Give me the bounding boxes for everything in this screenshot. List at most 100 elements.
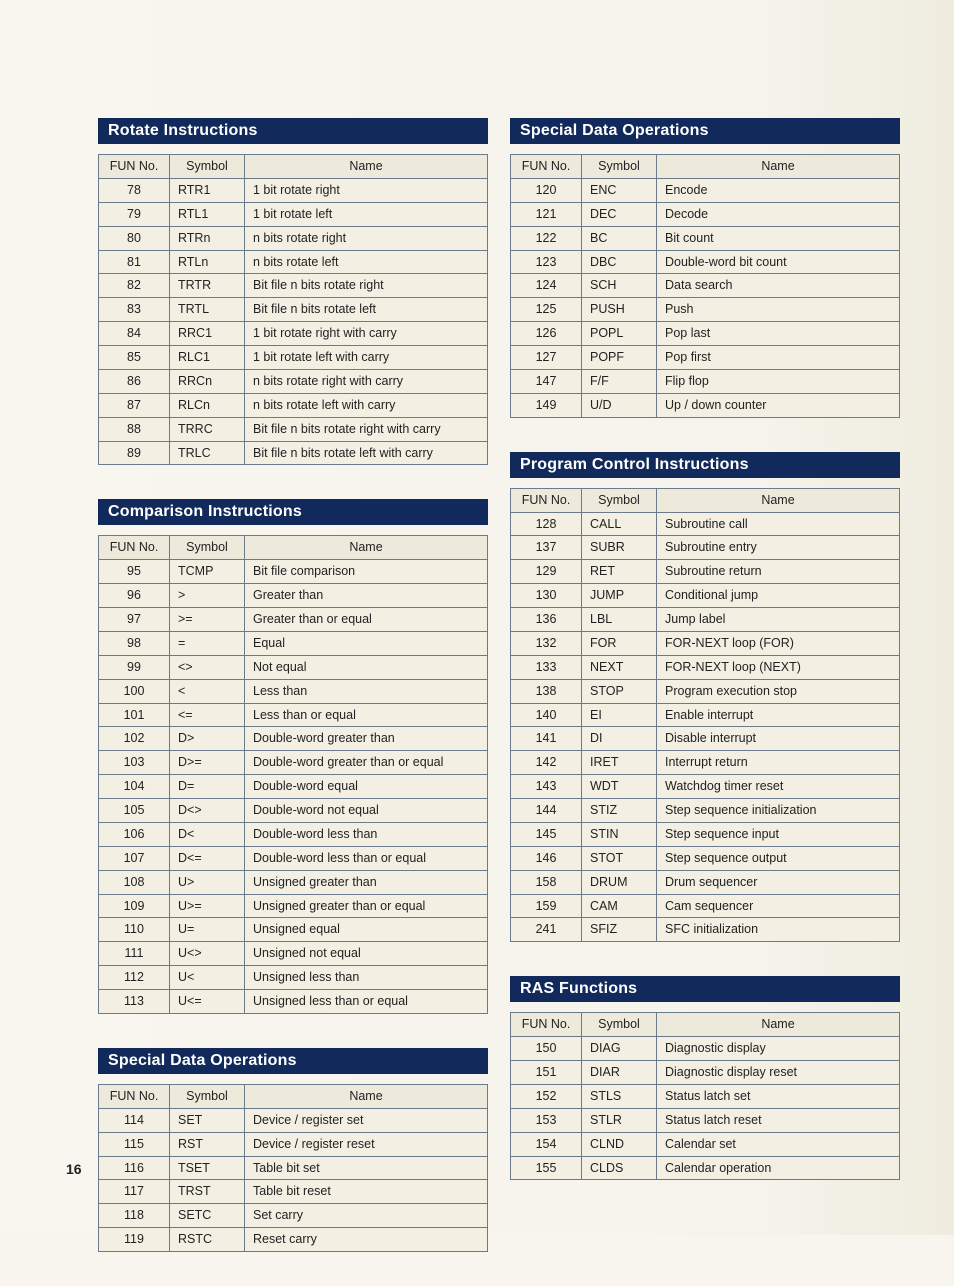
table-row: 106D<Double-word less than	[99, 822, 488, 846]
symbol-cell: SFIZ	[582, 918, 657, 942]
name-cell: n bits rotate right with carry	[245, 369, 488, 393]
name-cell: Calendar set	[657, 1132, 900, 1156]
name-cell: 1 bit rotate right with carry	[245, 322, 488, 346]
name-cell: Watchdog timer reset	[657, 775, 900, 799]
column-header: Name	[657, 488, 900, 512]
name-cell: Step sequence input	[657, 822, 900, 846]
fun-no-cell: 133	[511, 655, 582, 679]
name-cell: Enable interrupt	[657, 703, 900, 727]
name-cell: Double-word not equal	[245, 799, 488, 823]
table-row: 100<Less than	[99, 679, 488, 703]
column-header: Name	[245, 536, 488, 560]
table-row: 103D>=Double-word greater than or equal	[99, 751, 488, 775]
fun-no-cell: 142	[511, 751, 582, 775]
symbol-cell: CALL	[582, 512, 657, 536]
symbol-cell: STIN	[582, 822, 657, 846]
table-row: 80RTRnn bits rotate right	[99, 226, 488, 250]
table-row: 97>=Greater than or equal	[99, 608, 488, 632]
name-cell: n bits rotate right	[245, 226, 488, 250]
symbol-cell: CLDS	[582, 1156, 657, 1180]
name-cell: Subroutine return	[657, 560, 900, 584]
fun-no-cell: 101	[99, 703, 170, 727]
symbol-cell: CLND	[582, 1132, 657, 1156]
symbol-cell: RET	[582, 560, 657, 584]
table-row: 127POPFPop first	[511, 346, 900, 370]
symbol-cell: DEC	[582, 202, 657, 226]
name-cell: Step sequence initialization	[657, 799, 900, 823]
symbol-cell: TRTL	[170, 298, 245, 322]
name-cell: Bit file comparison	[245, 560, 488, 584]
symbol-cell: U=	[170, 918, 245, 942]
fun-no-cell: 98	[99, 631, 170, 655]
symbol-cell: STOT	[582, 846, 657, 870]
fun-no-cell: 154	[511, 1132, 582, 1156]
table-header-row: FUN No.SymbolName	[511, 155, 900, 179]
section-title: RAS Functions	[510, 976, 900, 1002]
symbol-cell: <	[170, 679, 245, 703]
section: Program Control InstructionsFUN No.Symbo…	[510, 452, 900, 943]
table-row: 96>Greater than	[99, 584, 488, 608]
name-cell: Table bit reset	[245, 1180, 488, 1204]
name-cell: Less than or equal	[245, 703, 488, 727]
name-cell: Bit file n bits rotate right with carry	[245, 417, 488, 441]
table-row: 143WDTWatchdog timer reset	[511, 775, 900, 799]
fun-no-cell: 89	[99, 441, 170, 465]
fun-no-cell: 127	[511, 346, 582, 370]
table-row: 89TRLCBit file n bits rotate left with c…	[99, 441, 488, 465]
instruction-table: FUN No.SymbolName128CALLSubroutine call1…	[510, 488, 900, 943]
fun-no-cell: 122	[511, 226, 582, 250]
symbol-cell: RLC1	[170, 346, 245, 370]
symbol-cell: PUSH	[582, 298, 657, 322]
name-cell: Cam sequencer	[657, 894, 900, 918]
fun-no-cell: 79	[99, 202, 170, 226]
table-row: 151DIARDiagnostic display reset	[511, 1061, 900, 1085]
symbol-cell: D<=	[170, 846, 245, 870]
symbol-cell: U<=	[170, 990, 245, 1014]
symbol-cell: SCH	[582, 274, 657, 298]
fun-no-cell: 132	[511, 631, 582, 655]
fun-no-cell: 115	[99, 1132, 170, 1156]
fun-no-cell: 137	[511, 536, 582, 560]
table-row: 85RLC11 bit rotate left with carry	[99, 346, 488, 370]
table-row: 108U>Unsigned greater than	[99, 870, 488, 894]
symbol-cell: CAM	[582, 894, 657, 918]
symbol-cell: TRRC	[170, 417, 245, 441]
table-row: 141DIDisable interrupt	[511, 727, 900, 751]
table-row: 155CLDSCalendar operation	[511, 1156, 900, 1180]
table-row: 146STOTStep sequence output	[511, 846, 900, 870]
name-cell: Table bit set	[245, 1156, 488, 1180]
symbol-cell: RST	[170, 1132, 245, 1156]
column-header: Symbol	[582, 488, 657, 512]
name-cell: Double-word less than	[245, 822, 488, 846]
name-cell: Subroutine entry	[657, 536, 900, 560]
name-cell: Up / down counter	[657, 393, 900, 417]
table-row: 79RTL11 bit rotate left	[99, 202, 488, 226]
table-row: 149U/DUp / down counter	[511, 393, 900, 417]
fun-no-cell: 88	[99, 417, 170, 441]
name-cell: Subroutine call	[657, 512, 900, 536]
name-cell: Interrupt return	[657, 751, 900, 775]
table-row: 142IRETInterrupt return	[511, 751, 900, 775]
name-cell: Diagnostic display	[657, 1037, 900, 1061]
symbol-cell: DIAG	[582, 1037, 657, 1061]
table-row: 150DIAGDiagnostic display	[511, 1037, 900, 1061]
name-cell: Greater than	[245, 584, 488, 608]
fun-no-cell: 114	[99, 1108, 170, 1132]
symbol-cell: RRC1	[170, 322, 245, 346]
name-cell: Device / register reset	[245, 1132, 488, 1156]
table-row: 129RETSubroutine return	[511, 560, 900, 584]
symbol-cell: >	[170, 584, 245, 608]
symbol-cell: U/D	[582, 393, 657, 417]
table-row: 152STLSStatus latch set	[511, 1084, 900, 1108]
fun-no-cell: 141	[511, 727, 582, 751]
instruction-table: FUN No.SymbolName150DIAGDiagnostic displ…	[510, 1012, 900, 1180]
symbol-cell: D>=	[170, 751, 245, 775]
name-cell: Conditional jump	[657, 584, 900, 608]
symbol-cell: =	[170, 631, 245, 655]
symbol-cell: DBC	[582, 250, 657, 274]
name-cell: Unsigned not equal	[245, 942, 488, 966]
symbol-cell: <=	[170, 703, 245, 727]
section-title: Special Data Operations	[510, 118, 900, 144]
symbol-cell: U<>	[170, 942, 245, 966]
section: Rotate InstructionsFUN No.SymbolName78RT…	[98, 118, 488, 465]
